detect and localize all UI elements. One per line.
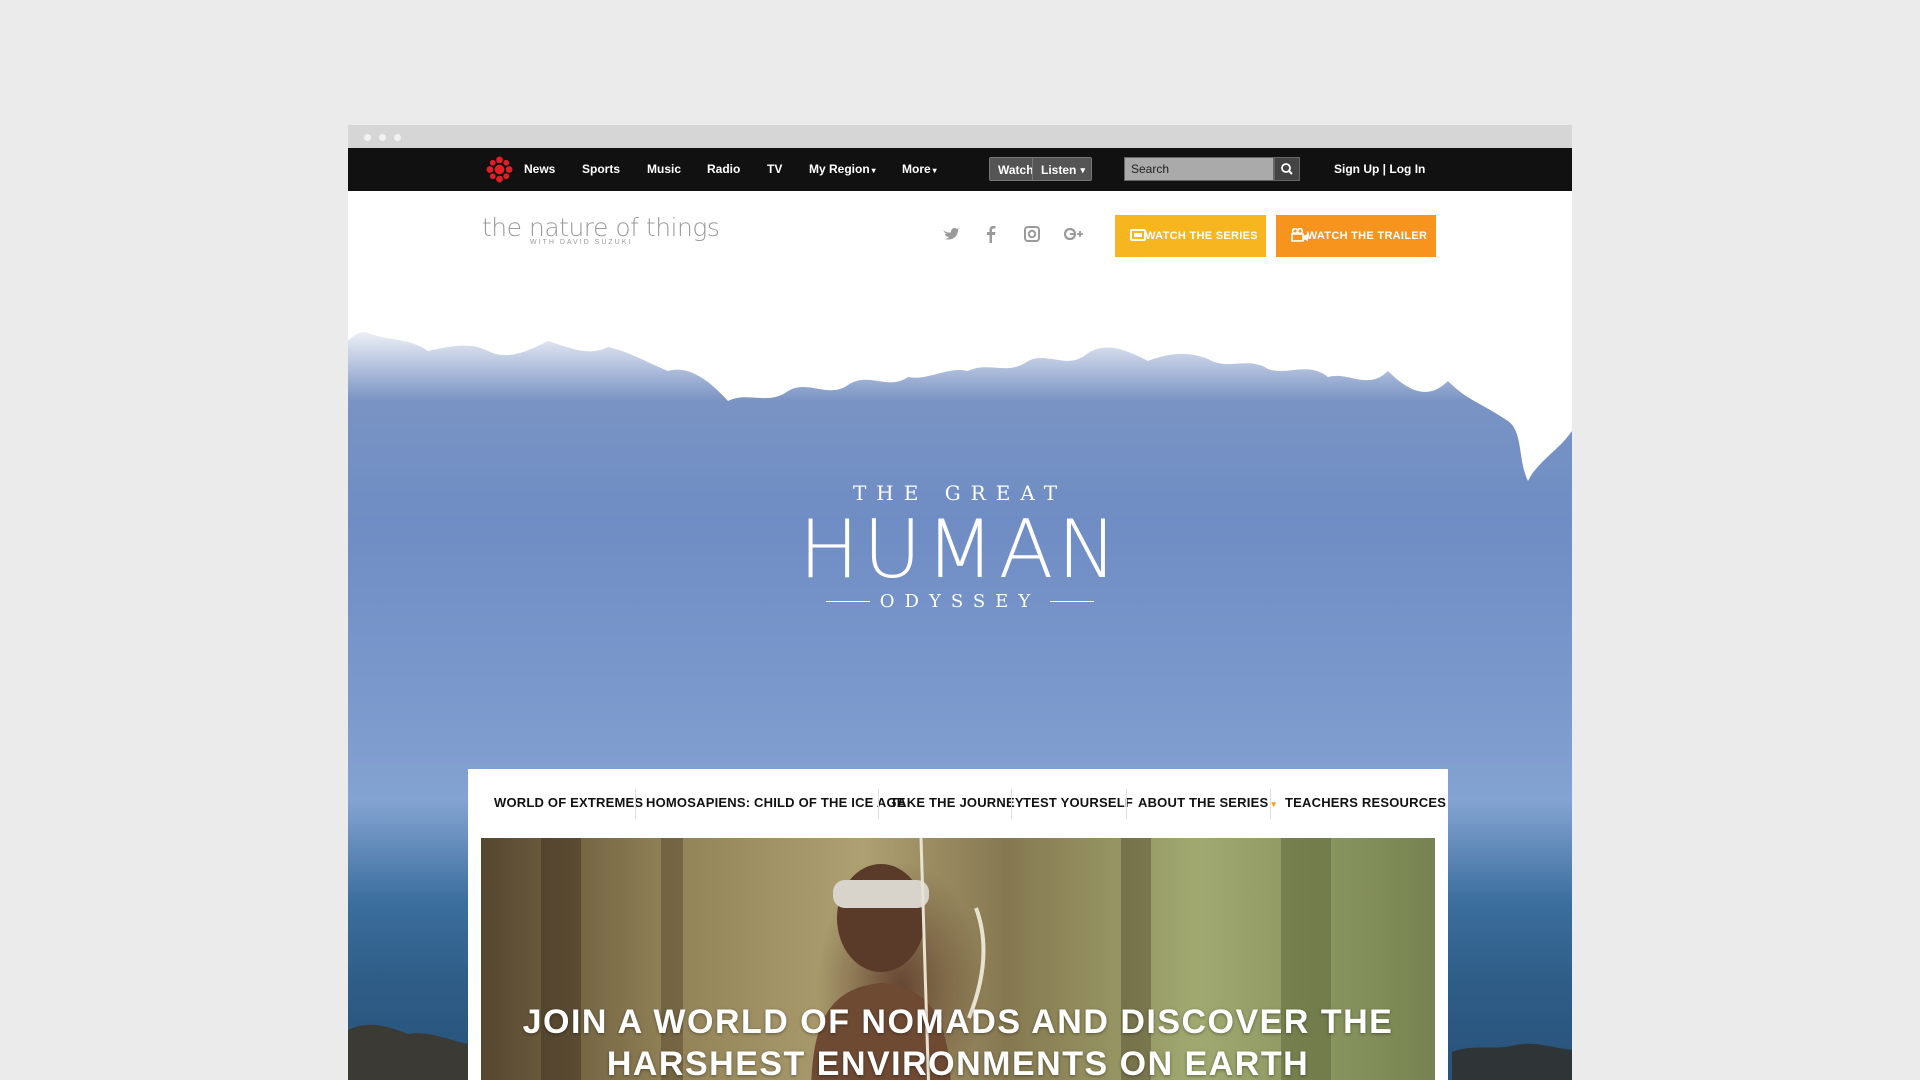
search-button[interactable] xyxy=(1274,157,1300,181)
caret-down-icon: ▾ xyxy=(1271,799,1277,809)
video-camera-icon xyxy=(1291,228,1308,242)
subnav-divider xyxy=(878,789,879,819)
content-panel: WORLD OF EXTREMES HOMOSAPIENS: CHILD OF … xyxy=(468,769,1448,1080)
section-nav: WORLD OF EXTREMES HOMOSAPIENS: CHILD OF … xyxy=(468,769,1448,837)
nav-tv[interactable]: TV xyxy=(767,162,782,176)
watch-series-button[interactable]: WATCH THE SERIES xyxy=(1115,215,1266,257)
browser-window: News Sports Music Radio TV My Region ▾ Mo… xyxy=(348,125,1572,1080)
auth-separator: | xyxy=(1382,162,1387,176)
window-dot[interactable] xyxy=(364,134,371,141)
feature-headline-line2: HARSHEST ENVIRONMENTS ON EARTH xyxy=(606,1045,1310,1080)
google-plus-icon[interactable] xyxy=(1062,223,1084,245)
subnav-world-of-extremes[interactable]: WORLD OF EXTREMES xyxy=(494,795,643,810)
subnav-teachers-resources[interactable]: TEACHERS RESOURCES xyxy=(1285,795,1446,810)
subnav-divider xyxy=(1270,789,1271,819)
instagram-icon[interactable] xyxy=(1021,223,1043,245)
nav-more[interactable]: More ▾ xyxy=(902,162,937,176)
cbc-top-nav: News Sports Music Radio TV My Region ▾ Mo… xyxy=(348,148,1572,191)
subnav-take-the-journey[interactable]: TAKE THE JOURNEY xyxy=(890,795,1024,810)
signup-link[interactable]: Sign Up xyxy=(1334,162,1379,176)
feature-image[interactable]: JOIN A WORLD OF NOMADS AND DISCOVER THE … xyxy=(481,838,1435,1080)
title-main: HUMAN xyxy=(798,503,1122,596)
cbc-logo-icon[interactable] xyxy=(486,156,513,183)
nav-my-region-label: My Region xyxy=(809,162,870,176)
browser-chrome xyxy=(348,125,1572,148)
logo-title: the nature of things xyxy=(482,213,720,242)
title-rule xyxy=(1050,601,1095,602)
subnav-divider xyxy=(1126,789,1127,819)
facebook-icon[interactable] xyxy=(980,223,1002,245)
title-bottom-row: ODYSSEY xyxy=(348,591,1572,612)
window-dot[interactable] xyxy=(394,134,401,141)
search-input[interactable]: Search xyxy=(1124,157,1274,181)
hero-banner: THE GREAT HUMAN ODYSSEY WORLD OF EXTREME… xyxy=(348,281,1572,1080)
listen-dropdown[interactable]: Listen xyxy=(1032,157,1092,182)
site-header: the nature of things WITH DAVID SUZUKI W… xyxy=(348,191,1572,281)
series-title: THE GREAT HUMAN ODYSSEY xyxy=(348,481,1572,612)
nav-sports[interactable]: Sports xyxy=(582,162,620,176)
nav-more-label: More xyxy=(902,162,931,176)
subnav-about-the-series[interactable]: ABOUT THE SERIES ▾ xyxy=(1138,795,1276,810)
caret-down-icon: ▾ xyxy=(871,166,876,175)
watch-trailer-button[interactable]: WATCH THE TRAILER xyxy=(1276,215,1436,257)
rocks-illustration xyxy=(348,1024,468,1080)
twitter-icon[interactable] xyxy=(939,223,961,245)
rocks-illustration xyxy=(1452,1043,1572,1080)
feature-headline-line1: JOIN A WORLD OF NOMADS AND DISCOVER THE xyxy=(522,1003,1394,1041)
subnav-divider xyxy=(1011,789,1012,819)
subnav-about-label: ABOUT THE SERIES xyxy=(1138,795,1269,810)
title-top: THE GREAT xyxy=(852,481,1068,505)
nav-radio[interactable]: Radio xyxy=(707,162,740,176)
window-dot[interactable] xyxy=(379,134,386,141)
title-rule xyxy=(825,601,870,602)
nav-my-region[interactable]: My Region ▾ xyxy=(809,162,876,176)
subnav-test-yourself[interactable]: TEST YOURSELF xyxy=(1023,795,1133,810)
search-icon xyxy=(1281,163,1293,175)
subnav-divider xyxy=(635,789,636,819)
subnav-homosapiens[interactable]: HOMOSAPIENS: CHILD OF THE ICE AGE xyxy=(646,795,906,810)
title-bottom: ODYSSEY xyxy=(879,591,1041,612)
watch-trailer-label: WATCH THE TRAILER xyxy=(1306,230,1428,242)
caret-down-icon: ▾ xyxy=(932,166,937,175)
auth-links: Sign Up | Log In xyxy=(1334,162,1425,176)
nav-music[interactable]: Music xyxy=(647,162,681,176)
login-link[interactable]: Log In xyxy=(1389,162,1425,176)
feature-headline: JOIN A WORLD OF NOMADS AND DISCOVER THE … xyxy=(481,1001,1435,1080)
tv-icon xyxy=(1130,229,1146,241)
nature-of-things-logo[interactable]: the nature of things WITH DAVID SUZUKI xyxy=(482,213,720,246)
nav-news[interactable]: News xyxy=(524,162,555,176)
watch-series-label: WATCH THE SERIES xyxy=(1145,230,1258,242)
